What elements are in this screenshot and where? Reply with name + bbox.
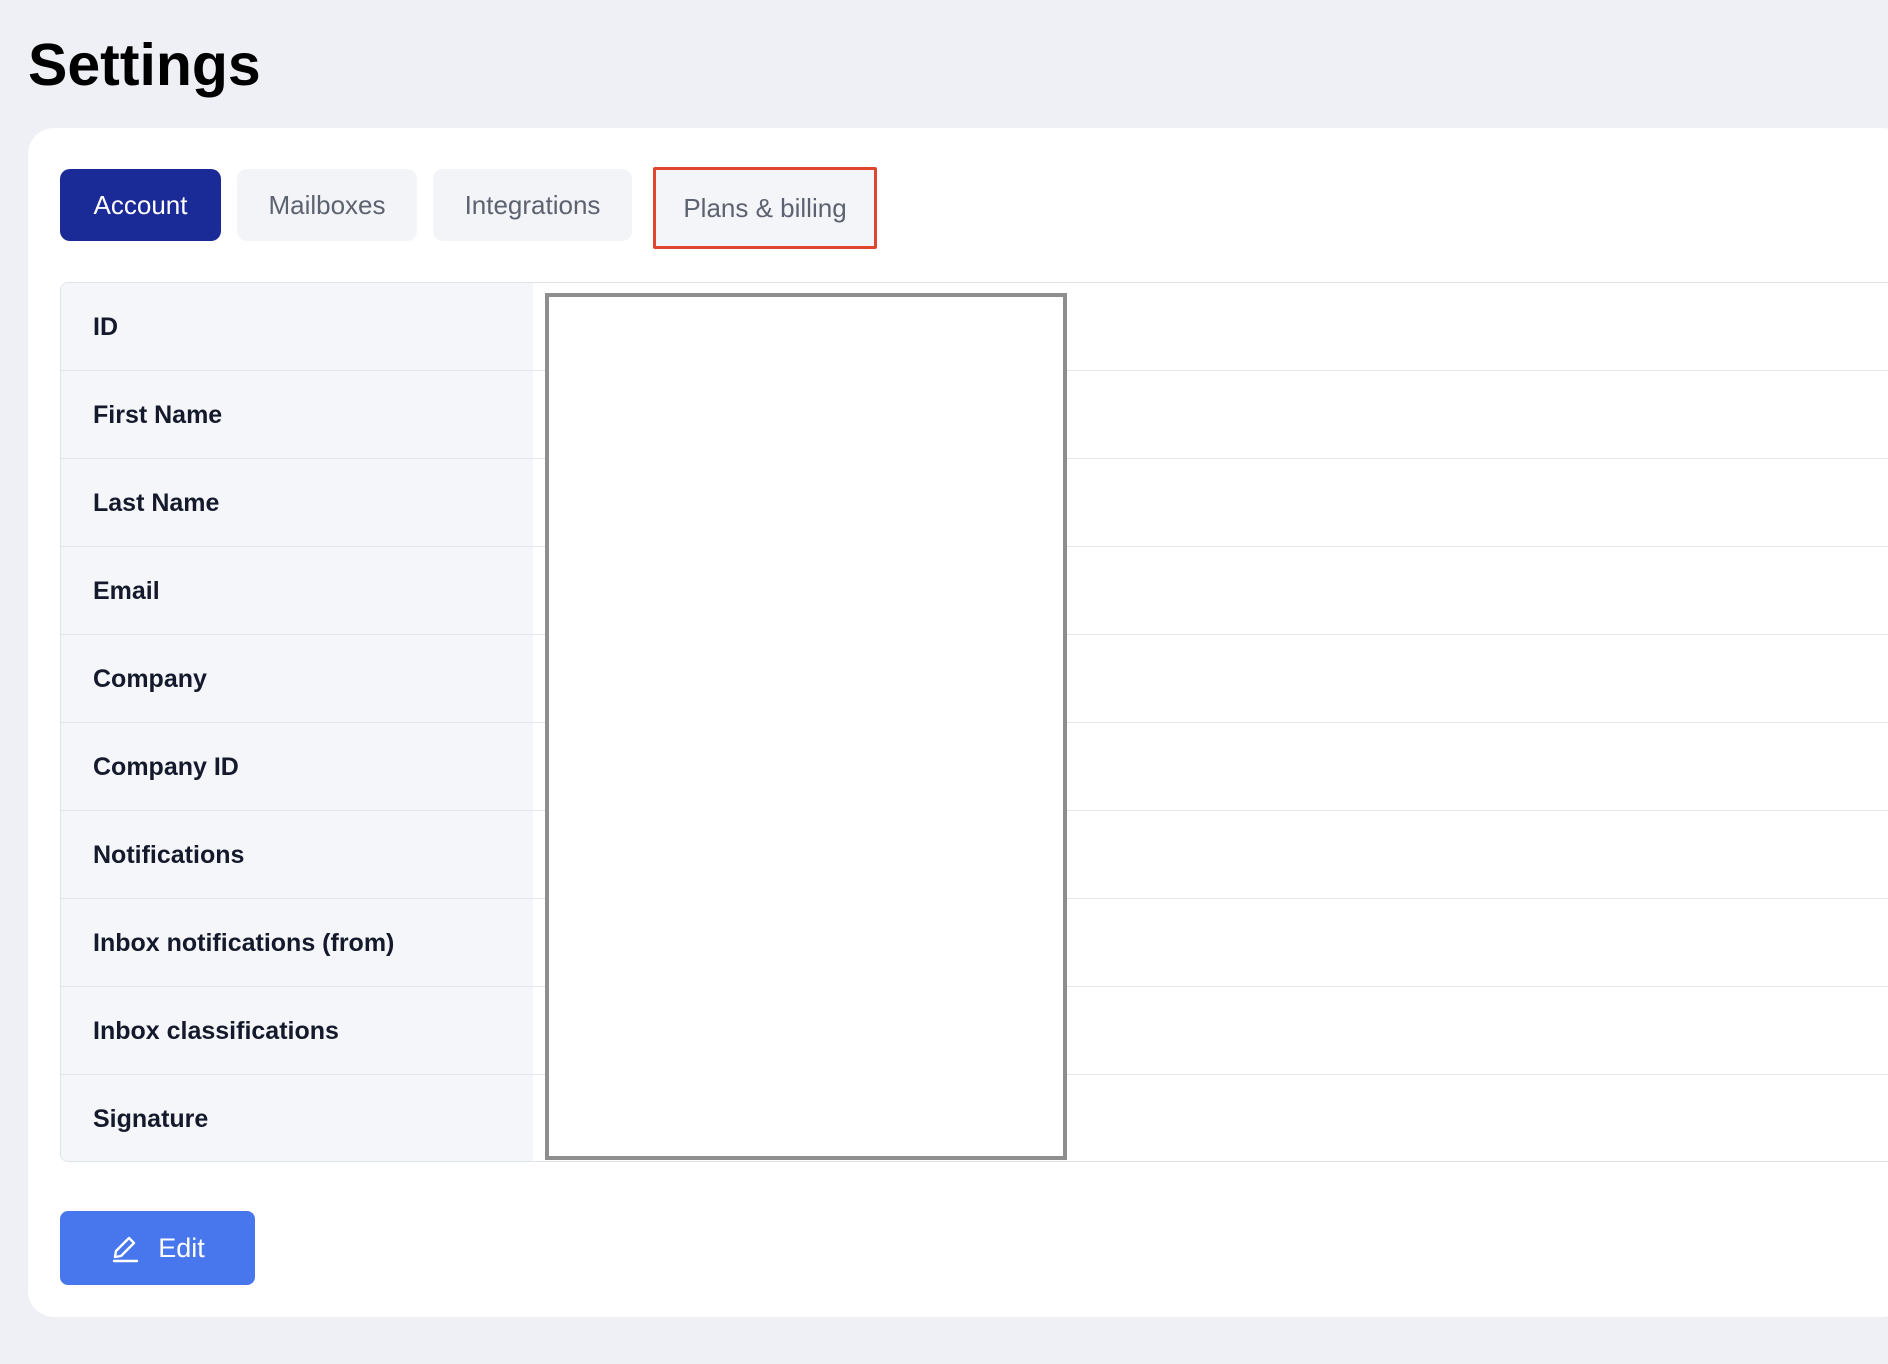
tab-integrations[interactable]: Integrations xyxy=(433,169,632,241)
row-label-email: Email xyxy=(93,577,160,605)
tab-mailboxes[interactable]: Mailboxes xyxy=(237,169,417,241)
edit-button-label: Edit xyxy=(158,1232,205,1263)
row-label-inbox-classifications: Inbox classifications xyxy=(93,1017,339,1045)
row-label-inbox-notifications-from: Inbox notifications (from) xyxy=(93,929,395,957)
row-label-signature: Signature xyxy=(93,1105,209,1133)
tab-plans-billing[interactable]: Plans & billing xyxy=(653,167,877,249)
page-title: Settings xyxy=(28,32,261,98)
row-label-first-name: First Name xyxy=(93,401,223,429)
row-label-company-id: Company ID xyxy=(93,753,239,781)
row-label-id: ID xyxy=(93,313,118,341)
settings-tabs: Account Mailboxes Integrations Plans & b… xyxy=(60,167,893,249)
edit-button[interactable]: Edit xyxy=(60,1211,255,1285)
pencil-icon xyxy=(110,1233,140,1263)
row-label-notifications: Notifications xyxy=(93,841,245,869)
row-label-last-name: Last Name xyxy=(93,489,220,517)
row-label-company: Company xyxy=(93,665,207,693)
tab-account[interactable]: Account xyxy=(60,169,221,241)
redacted-values-box xyxy=(545,293,1067,1160)
